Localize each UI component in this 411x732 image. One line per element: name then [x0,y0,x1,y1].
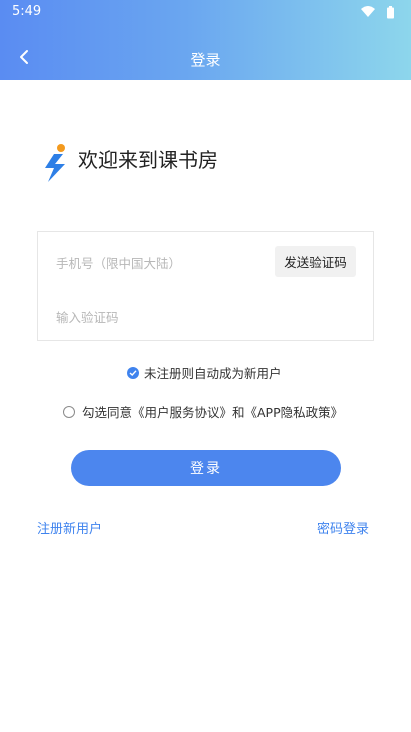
send-code-button[interactable]: 发送验证码 [275,246,356,277]
login-form: 发送验证码 [37,231,374,341]
phone-input[interactable] [56,252,261,274]
battery-icon [387,6,394,19]
app-header: 5:49 登录 [0,0,411,80]
status-time: 5:49 [12,4,42,19]
agreement-label[interactable]: 勾选同意《用户服务协议》和《APP隐私政策》 [82,402,343,421]
welcome-heading: 欢迎来到课书房 [78,148,218,172]
auto-register-option: 未注册则自动成为新用户 [127,363,282,382]
login-button[interactable]: 登录 [71,450,341,486]
agreement-checkbox[interactable] [63,405,75,418]
wifi-icon [361,6,375,17]
agreement-option: 勾选同意《用户服务协议》和《APP隐私政策》 [63,402,343,421]
auto-register-checkbox[interactable] [127,366,139,379]
auto-register-label: 未注册则自动成为新用户 [144,366,282,381]
checkmark-icon [129,369,137,376]
status-icons [361,6,394,19]
password-login-link[interactable]: 密码登录 [317,518,369,537]
app-logo-icon [45,144,65,182]
register-link[interactable]: 注册新用户 [37,518,102,537]
verification-code-input[interactable] [56,306,346,328]
page-title: 登录 [190,51,221,69]
